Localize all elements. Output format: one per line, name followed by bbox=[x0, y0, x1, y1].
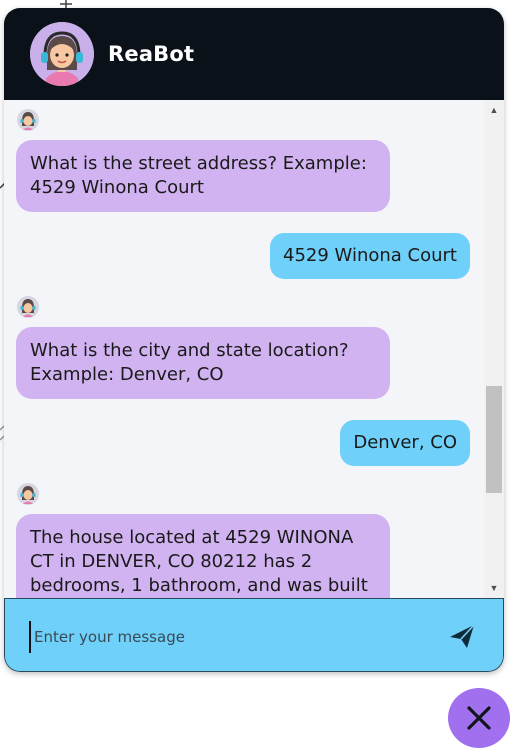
bot-message: What is the street address? Example: 452… bbox=[16, 140, 390, 212]
user-message: Denver, CO bbox=[340, 420, 470, 466]
bot-avatar-icon bbox=[16, 482, 40, 506]
bot-avatar-icon bbox=[16, 295, 40, 319]
message-scrollbar[interactable]: ▲ ▼ bbox=[484, 100, 504, 598]
scroll-down-icon[interactable]: ▼ bbox=[484, 580, 504, 596]
message-input[interactable] bbox=[29, 621, 436, 653]
chat-window: ReaBot What is the street address? Examp… bbox=[4, 8, 504, 672]
bot-message: The house located at 4529 WINONA CT in D… bbox=[16, 514, 390, 598]
close-chat-button[interactable] bbox=[448, 688, 510, 748]
close-icon bbox=[467, 706, 491, 730]
message-list: What is the street address? Example: 452… bbox=[4, 100, 484, 598]
send-button[interactable] bbox=[445, 619, 479, 653]
send-icon bbox=[450, 624, 475, 648]
bot-avatar-icon bbox=[16, 108, 40, 132]
support-agent-avatar-icon bbox=[30, 22, 94, 86]
scroll-up-icon[interactable]: ▲ bbox=[484, 102, 504, 118]
chat-title: ReaBot bbox=[108, 42, 195, 66]
user-message: 4529 Winona Court bbox=[270, 233, 470, 279]
bot-message: What is the city and state location? Exa… bbox=[16, 327, 390, 399]
message-composer bbox=[4, 598, 504, 672]
scrollbar-thumb[interactable] bbox=[486, 386, 502, 493]
chat-header: ReaBot bbox=[4, 8, 504, 100]
